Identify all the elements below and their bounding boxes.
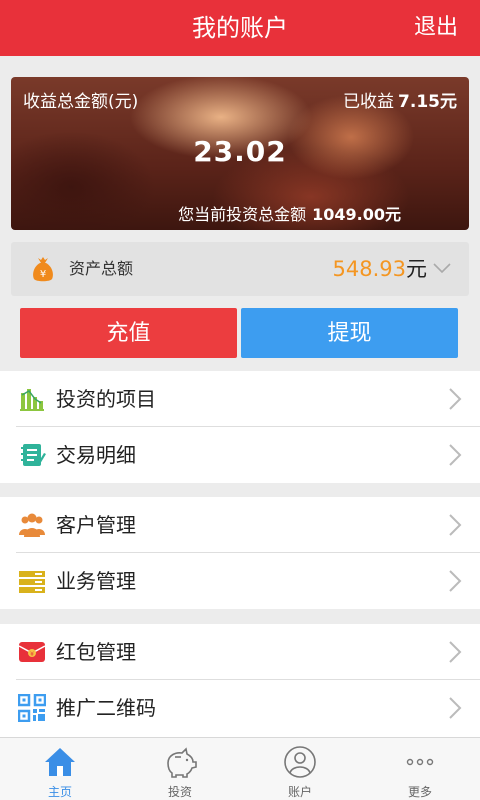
tab-account[interactable]: 账户 xyxy=(240,738,360,800)
menu-group-2: 客户管理 业务管理 xyxy=(0,497,480,609)
asset-total-number: 548.93 xyxy=(332,257,406,281)
menu-item-label: 客户管理 xyxy=(56,513,136,537)
menu-item-transactions[interactable]: 交易明细 xyxy=(0,427,480,483)
money-bag-icon: ¥ xyxy=(33,257,53,282)
asset-total-value: 548.93元 xyxy=(333,242,427,296)
user-icon xyxy=(284,746,316,778)
chevron-right-icon xyxy=(449,641,462,663)
menu-item-label: 交易明细 xyxy=(56,443,136,467)
people-icon xyxy=(19,513,45,537)
tab-label: 更多 xyxy=(407,785,432,799)
bottom-tab-bar: 主页 投资 账户 更多 xyxy=(0,737,480,800)
home-icon xyxy=(45,748,75,776)
investment-summary: 您当前投资总金额 1049.00元 xyxy=(178,201,401,225)
chevron-right-icon xyxy=(449,570,462,592)
menu-item-label: 红包管理 xyxy=(56,640,136,664)
svg-text:¥: ¥ xyxy=(40,269,46,280)
earned-value: 7.15元 xyxy=(398,92,457,112)
bar-chart-icon xyxy=(20,389,44,411)
asset-total-label: 资产总额 xyxy=(69,259,134,278)
menu-item-customers[interactable]: 客户管理 xyxy=(0,497,480,553)
menu-group-3: ¥ 红包管理 推广二维码 xyxy=(0,624,480,737)
menu-item-qr-code[interactable]: 推广二维码 xyxy=(0,680,480,736)
tab-label: 主页 xyxy=(47,785,72,799)
chevron-right-icon xyxy=(449,444,462,466)
chevron-down-icon xyxy=(433,263,451,274)
tab-invest[interactable]: 投资 xyxy=(120,738,240,800)
piggy-bank-icon xyxy=(167,747,197,778)
header-bar: 我的账户 退出 xyxy=(0,0,480,56)
menu-item-label: 投资的项目 xyxy=(56,387,156,411)
menu-group-1: 投资的项目 交易明细 xyxy=(0,371,480,483)
notepad-icon xyxy=(21,444,46,466)
tab-label: 投资 xyxy=(167,785,192,799)
menu-item-label: 业务管理 xyxy=(56,569,136,593)
tab-more[interactable]: 更多 xyxy=(360,738,480,800)
earned-summary: 已收益 7.15元 xyxy=(343,87,457,112)
tab-label: 账户 xyxy=(287,785,312,799)
withdraw-button[interactable]: 提现 xyxy=(241,308,458,358)
stack-icon xyxy=(19,571,45,593)
menu-item-business[interactable]: 业务管理 xyxy=(0,553,480,609)
menu-item-label: 推广二维码 xyxy=(56,696,156,720)
svg-text:¥: ¥ xyxy=(30,651,34,658)
more-icon xyxy=(406,758,434,766)
chevron-right-icon xyxy=(449,514,462,536)
tab-home[interactable]: 主页 xyxy=(0,738,120,800)
investment-value: 1049.00元 xyxy=(312,205,401,224)
menu-item-red-envelope[interactable]: ¥ 红包管理 xyxy=(0,624,480,680)
page-title: 我的账户 xyxy=(192,14,288,42)
asset-total-row[interactable]: ¥ 资产总额 548.93元 xyxy=(11,242,469,296)
qr-code-icon xyxy=(18,694,46,722)
total-earnings-amount: 23.02 xyxy=(193,135,287,168)
asset-total-unit: 元 xyxy=(406,257,427,281)
earned-label: 已收益 xyxy=(343,92,395,112)
chevron-right-icon xyxy=(449,388,462,410)
red-envelope-icon: ¥ xyxy=(18,642,46,662)
total-earnings-label: 收益总金额(元) xyxy=(23,92,139,112)
earnings-banner: 收益总金额(元) 已收益 7.15元 23.02 您当前投资总金额 1049.00元 xyxy=(11,77,469,230)
chevron-right-icon xyxy=(449,697,462,719)
logout-button[interactable]: 退出 xyxy=(414,0,458,56)
recharge-button[interactable]: 充值 xyxy=(20,308,237,358)
investment-label: 您当前投资总金额 xyxy=(178,205,307,224)
menu-item-investments[interactable]: 投资的项目 xyxy=(0,371,480,427)
